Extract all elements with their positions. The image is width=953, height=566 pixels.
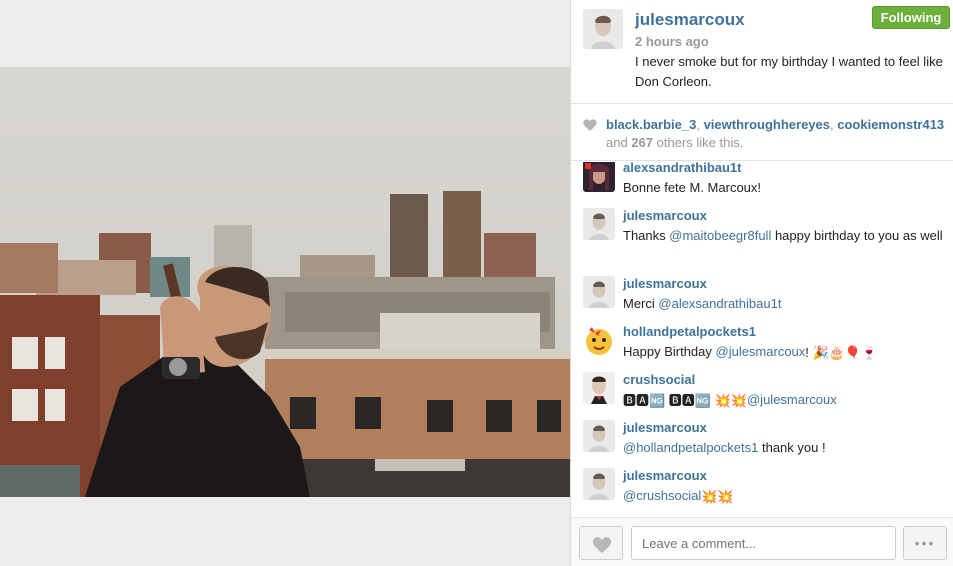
comment-emoji: ! 🎉🎂🎈🍷 <box>805 345 878 360</box>
comment-username[interactable]: hollandpetalpockets1 <box>623 324 756 339</box>
comment-username[interactable]: julesmarcoux <box>623 276 707 291</box>
comment-username[interactable]: julesmarcoux <box>623 468 707 483</box>
comment-emoji: 🅱🅰🆖 🅱🅰🆖 💥💥 <box>623 393 747 408</box>
comment-username[interactable]: julesmarcoux <box>623 420 707 435</box>
like-button[interactable] <box>579 526 623 560</box>
comment-body: Merci <box>623 296 659 311</box>
heart-icon <box>592 537 612 554</box>
likes-text: black.barbie_3, viewthroughhereyes, cook… <box>606 116 946 152</box>
following-button[interactable]: Following <box>872 6 950 29</box>
comment-mention[interactable]: @julesmarcoux <box>747 392 837 407</box>
heart-icon <box>582 117 598 138</box>
comment-mention[interactable]: @hollandpetalpockets1 <box>623 440 758 455</box>
comment-body: Thanks <box>623 228 670 243</box>
likes-and: and <box>606 135 632 150</box>
comment-username[interactable]: julesmarcoux <box>623 208 707 223</box>
comment-username[interactable]: crushsocial <box>623 372 695 387</box>
comment-username[interactable]: alexsandrathibau1t <box>623 162 742 175</box>
comment-mention[interactable]: @alexsandrathibau1t <box>658 296 781 311</box>
post-timestamp[interactable]: 2 hours ago <box>635 34 709 49</box>
post-header: julesmarcoux 2 hours ago I never smoke b… <box>571 0 953 104</box>
comment-text: Happy Birthday @julesmarcoux! 🎉🎂🎈🍷 <box>623 342 943 362</box>
comment-text: Bonne fete M. Marcoux! <box>623 178 943 198</box>
more-options-icon: ••• <box>914 535 936 551</box>
commenter-avatar[interactable] <box>583 162 615 192</box>
comment-text: 🅱🅰🆖 🅱🅰🆖 💥💥 @julesmarcoux <box>623 390 943 410</box>
post-caption: I never smoke but for my birthday I want… <box>635 54 943 89</box>
commenter-avatar[interactable] <box>583 324 615 356</box>
comment-body: thank you ! <box>758 440 826 455</box>
comment-mention[interactable]: @julesmarcoux <box>716 344 806 359</box>
likes-count[interactable]: 267 <box>631 135 653 150</box>
post-photo[interactable] <box>0 67 570 497</box>
likes-suffix: others like this. <box>653 135 744 150</box>
instagram-post-viewer: julesmarcoux 2 hours ago I never smoke b… <box>0 0 953 566</box>
commenter-avatar[interactable] <box>583 372 615 404</box>
comment-mention[interactable]: @crushsocial <box>623 488 701 503</box>
comment-text: @hollandpetalpockets1 thank you ! <box>623 438 943 458</box>
commenter-avatar[interactable] <box>583 208 615 240</box>
comment-text: Thanks @maitobeegr8full happy birthday t… <box>623 226 943 246</box>
comment-input[interactable] <box>631 526 896 560</box>
post-sidebar: julesmarcoux 2 hours ago I never smoke b… <box>570 0 953 566</box>
likes-separator: , <box>696 117 704 132</box>
comment-body: Bonne fete M. Marcoux! <box>623 180 762 195</box>
comments-list[interactable]: alexsandrathibau1t Bonne fete M. Marcoux… <box>571 162 953 517</box>
comment-body: happy birthday to you as well <box>771 228 943 243</box>
liker-username[interactable]: viewthroughhereyes <box>704 117 830 132</box>
commenter-avatar[interactable] <box>583 468 615 500</box>
comment-body: Happy Birthday <box>623 344 716 359</box>
comment-mention[interactable]: @maitobeegr8full <box>669 228 771 243</box>
comment-emoji: 💥💥 <box>701 489 734 504</box>
comment-composer: ••• <box>571 517 953 566</box>
more-options-button[interactable]: ••• <box>903 526 947 560</box>
liker-username[interactable]: cookiemonstr413 <box>837 117 944 132</box>
liker-username[interactable]: black.barbie_3 <box>606 117 696 132</box>
author-username[interactable]: julesmarcoux <box>635 10 745 30</box>
commenter-avatar[interactable] <box>583 276 615 308</box>
comment-text: @crushsocial 💥💥 <box>623 486 943 506</box>
comment-text: Merci @alexsandrathibau1t <box>623 294 943 314</box>
likes-summary: black.barbie_3, viewthroughhereyes, cook… <box>571 105 953 161</box>
photo-pane <box>0 0 570 566</box>
commenter-avatar[interactable] <box>583 420 615 452</box>
author-avatar[interactable] <box>583 9 623 49</box>
